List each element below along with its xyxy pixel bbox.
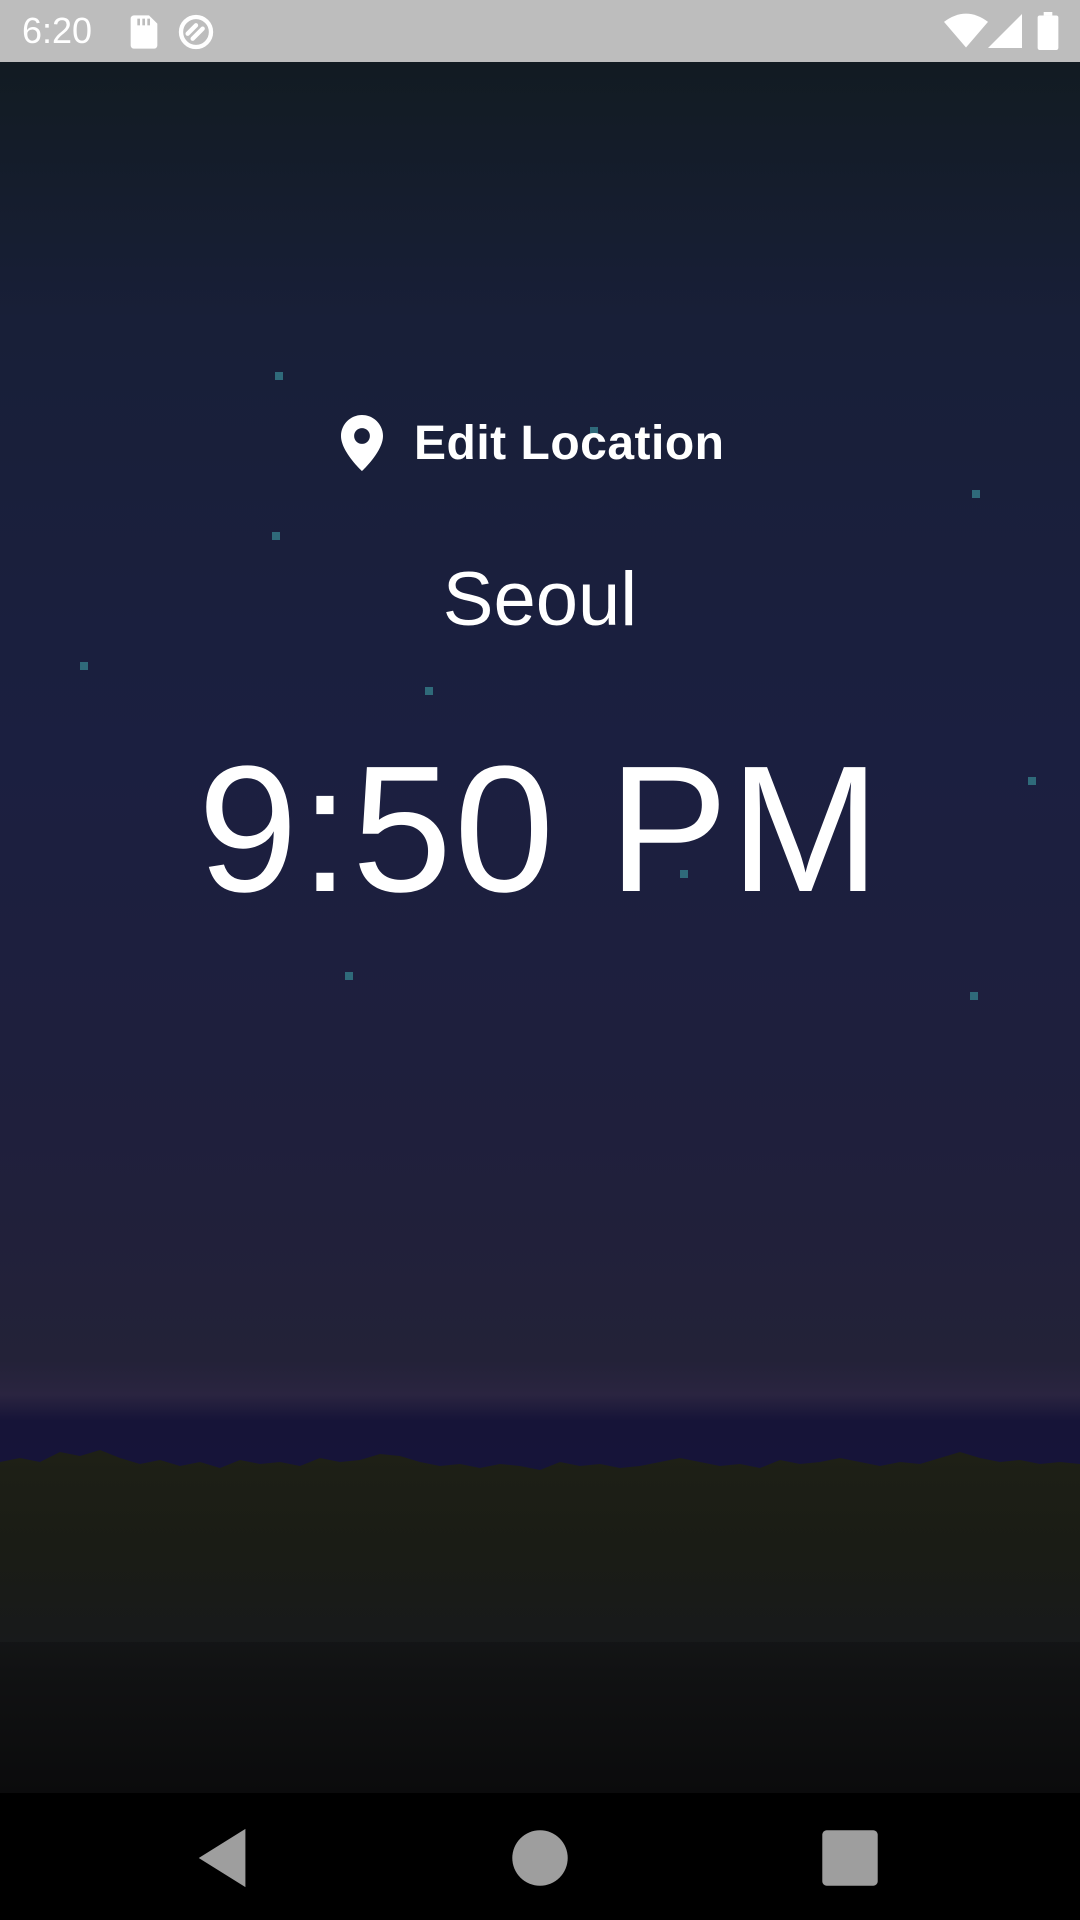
star bbox=[275, 372, 283, 380]
wifi-icon bbox=[944, 13, 988, 48]
sd-card-icon bbox=[130, 15, 158, 49]
screen: 6:20 Edit Location Seoul 9:50 PM bbox=[0, 0, 1080, 1920]
recents-icon[interactable] bbox=[815, 1823, 885, 1893]
navigation-bar bbox=[0, 1793, 1080, 1920]
cellular-signal-icon bbox=[988, 14, 1022, 48]
sync-icon bbox=[178, 14, 214, 50]
edit-location-label: Edit Location bbox=[414, 416, 725, 470]
star bbox=[80, 662, 88, 670]
star bbox=[345, 972, 353, 980]
home-icon[interactable] bbox=[505, 1823, 575, 1893]
battery-icon bbox=[1037, 12, 1059, 50]
star bbox=[425, 687, 433, 695]
star bbox=[272, 532, 280, 540]
star bbox=[972, 490, 980, 498]
local-time: 9:50 PM bbox=[197, 729, 883, 930]
hills-silhouette bbox=[0, 1450, 1080, 1642]
status-time: 6:20 bbox=[22, 10, 93, 51]
location-pin-icon bbox=[341, 415, 383, 471]
back-icon[interactable] bbox=[190, 1823, 260, 1893]
city-name: Seoul bbox=[442, 557, 638, 642]
star bbox=[970, 992, 978, 1000]
edit-location-button[interactable]: Edit Location bbox=[340, 408, 724, 478]
status-bar: 6:20 bbox=[0, 0, 1080, 62]
